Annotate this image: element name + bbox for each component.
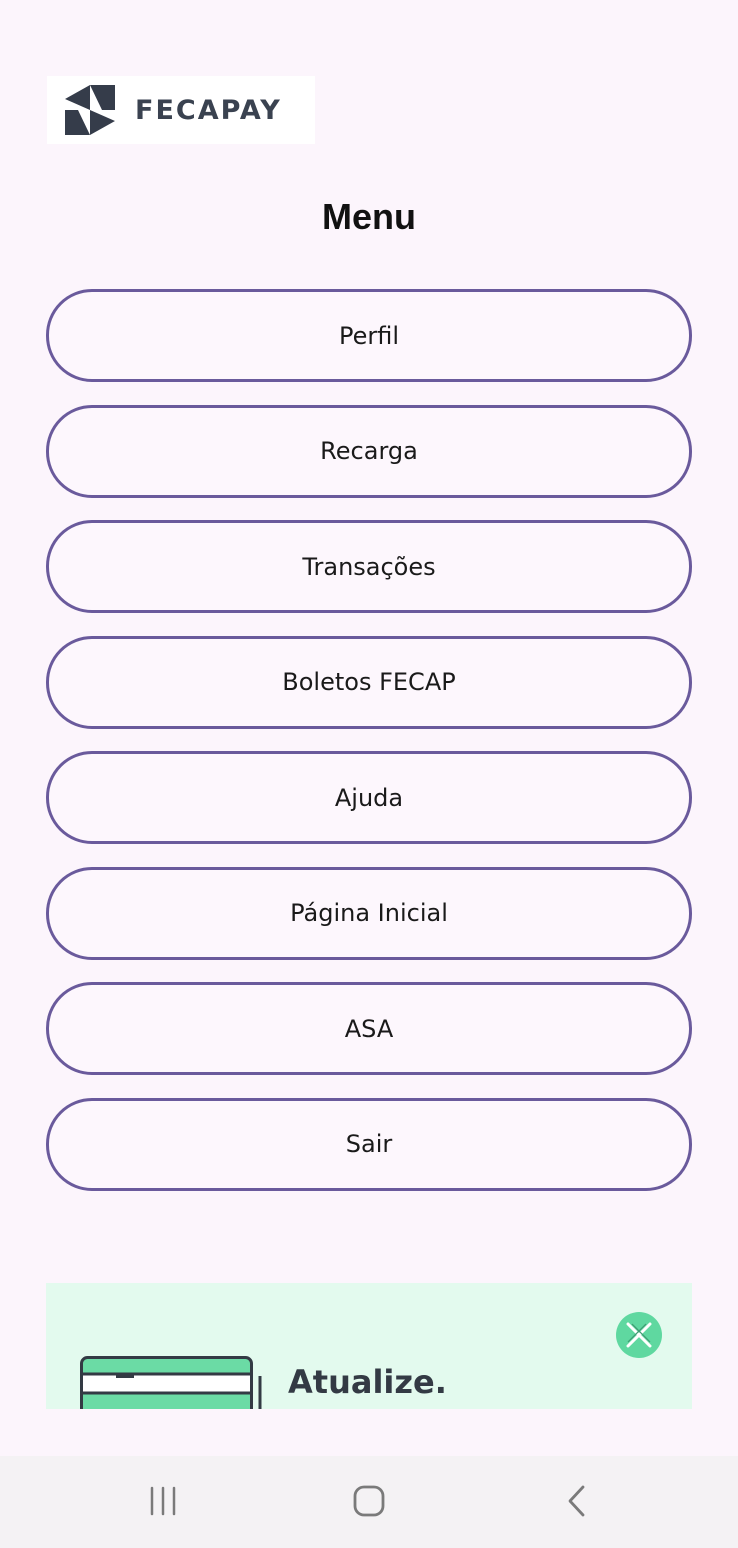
asa-button[interactable]: ASA — [46, 982, 692, 1075]
logo-wordmark: FECAPAY — [135, 94, 282, 126]
home-page-button[interactable]: Página Inicial — [46, 866, 692, 960]
app-logo: FECAPAY — [47, 76, 315, 144]
ad-banner[interactable]: Atualize. — [46, 1283, 692, 1409]
recents-icon — [150, 1486, 176, 1516]
transactions-button[interactable]: Transações — [46, 520, 692, 613]
home-icon — [353, 1485, 385, 1517]
card-illustration-icon — [80, 1356, 262, 1409]
page-title: Menu — [322, 196, 416, 237]
recents-button[interactable] — [138, 1478, 188, 1524]
close-x-icon — [626, 1322, 652, 1348]
ad-headline: Atualize. — [288, 1363, 447, 1401]
fecapay-logo-icon — [65, 85, 115, 135]
profile-button[interactable]: Perfil — [46, 289, 692, 382]
home-button[interactable] — [344, 1478, 394, 1524]
back-chevron-icon — [568, 1485, 585, 1517]
help-button[interactable]: Ajuda — [46, 751, 692, 844]
ad-close-button[interactable] — [616, 1312, 662, 1358]
logout-button[interactable]: Sair — [46, 1097, 692, 1191]
menu-list: Perfil Recarga Transações Boletos FECAP … — [46, 289, 692, 1213]
back-button[interactable] — [552, 1478, 602, 1524]
recharge-button[interactable]: Recarga — [46, 404, 692, 498]
system-navigation-bar — [0, 1456, 738, 1548]
fecap-bills-button[interactable]: Boletos FECAP — [46, 635, 692, 729]
